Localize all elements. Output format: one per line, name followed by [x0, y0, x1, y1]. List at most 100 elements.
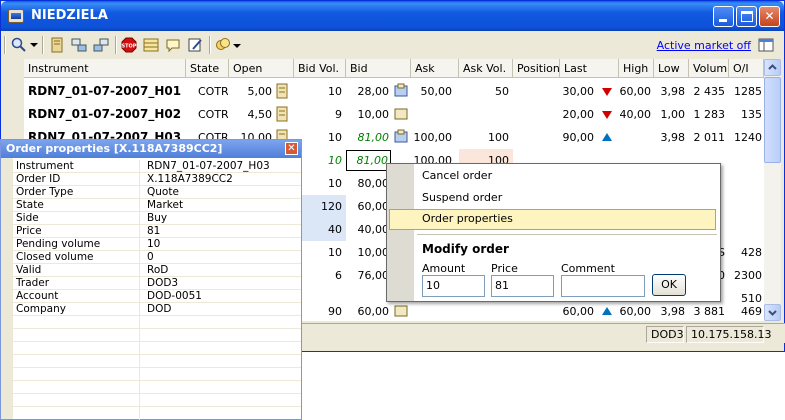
swap-left-icon[interactable]	[71, 37, 87, 53]
property-row[interactable]: Price 81	[1, 225, 301, 238]
cell-instrument: RDN7_01-07-2007_H01	[28, 84, 182, 98]
cell-bid: 80,00	[357, 177, 390, 190]
col-state[interactable]: State	[186, 59, 229, 78]
close-button[interactable]: ✕	[759, 6, 780, 27]
property-row-empty	[1, 368, 301, 381]
note-icon[interactable]	[275, 83, 289, 99]
col-ask-vol[interactable]: Ask Vol.	[459, 59, 513, 78]
property-name: Instrument	[16, 160, 140, 173]
layout-icon[interactable]	[758, 37, 774, 53]
property-row[interactable]: Instrument RDN7_01-07-2007_H03	[1, 160, 301, 173]
col-ask[interactable]: Ask	[411, 59, 459, 78]
property-name: Trader	[16, 277, 140, 290]
property-name: Order ID	[16, 173, 140, 186]
property-row[interactable]: Company DOD	[1, 303, 301, 316]
swap-right-icon[interactable]	[93, 37, 109, 53]
property-row[interactable]: State Market	[1, 199, 301, 212]
cell-bid: 28,00	[357, 85, 390, 98]
property-row[interactable]: Order ID X.118A7389CC2	[1, 173, 301, 186]
cell-volume: 3 881	[693, 305, 726, 318]
amount-label: Amount	[422, 262, 466, 275]
stop-icon[interactable]: STOP	[121, 37, 137, 53]
col-high[interactable]: High	[619, 59, 654, 78]
close-icon[interactable]: ✕	[285, 142, 298, 155]
menu-item-suspend-order[interactable]: Suspend order	[422, 188, 502, 208]
cell-high: 40,00	[619, 108, 652, 121]
property-row-empty	[1, 329, 301, 342]
menu-icon-strip	[387, 164, 414, 301]
cell-high: 60,00	[619, 85, 652, 98]
property-row[interactable]: Valid RoD	[1, 264, 301, 277]
property-row-empty	[1, 407, 301, 420]
empty-book-icon[interactable]	[394, 106, 408, 122]
col-open[interactable]: Open	[229, 59, 294, 78]
title-bar[interactable]: NIEDZIELA ✕	[1, 1, 784, 31]
comment-input[interactable]	[561, 275, 645, 297]
menu-item-order-properties[interactable]: Order properties	[422, 209, 513, 229]
price-input[interactable]: 81	[491, 275, 554, 297]
property-value: DOD3	[147, 277, 179, 289]
cell-bid: 60,00	[357, 305, 390, 318]
chevron-down-icon[interactable]	[29, 37, 39, 53]
comment-label: Comment	[561, 262, 615, 275]
vertical-scrollbar[interactable]	[764, 59, 781, 321]
property-row[interactable]: Closed volume 0	[1, 251, 301, 264]
property-name: State	[16, 199, 140, 212]
order-book-icon[interactable]	[394, 129, 408, 145]
col-low[interactable]: Low	[654, 59, 689, 78]
coins-icon[interactable]	[215, 37, 231, 53]
minimize-button[interactable]	[713, 6, 734, 27]
property-value: X.118A7389CC2	[147, 173, 233, 185]
property-row-empty	[1, 381, 301, 394]
cell-low: 3,98	[660, 131, 686, 144]
cell-ask: 100,00	[413, 131, 453, 144]
col-position[interactable]: Position	[513, 59, 560, 78]
property-value: RDN7_01-07-2007_H03	[147, 160, 270, 172]
cell-volume: 2 011	[693, 131, 726, 144]
property-row[interactable]: Trader DOD3	[1, 277, 301, 290]
active-market-link[interactable]: Active market off	[657, 39, 751, 52]
maximize-button[interactable]	[736, 6, 757, 27]
cell-oi: 2300	[734, 269, 762, 282]
menu-item-cancel-order[interactable]: Cancel order	[422, 166, 492, 186]
col-bid[interactable]: Bid	[346, 59, 411, 78]
col-oi[interactable]: O/I	[729, 59, 764, 78]
empty-book-icon[interactable]	[394, 303, 408, 319]
scroll-thumb[interactable]	[764, 77, 781, 163]
properties-title[interactable]: Order properties [X.118A7389CC2]	[1, 140, 301, 158]
scroll-up-button[interactable]	[764, 59, 781, 76]
trend-down-icon	[602, 88, 612, 96]
property-row-empty	[1, 355, 301, 368]
col-instrument[interactable]: Instrument	[24, 59, 186, 78]
book-icon[interactable]	[49, 37, 65, 53]
cell-bid: 10,00	[357, 246, 390, 259]
property-value: 81	[147, 225, 161, 237]
col-bid-vol[interactable]: Bid Vol.	[294, 59, 346, 78]
property-name: Company	[16, 303, 140, 316]
table-icon[interactable]	[143, 37, 159, 53]
property-row[interactable]: Side Buy	[1, 212, 301, 225]
property-row[interactable]: Account DOD-0051	[1, 290, 301, 303]
zoom-icon[interactable]	[11, 37, 27, 53]
chevron-down-icon[interactable]	[232, 37, 242, 53]
table-row[interactable]: RDN7_01-07-2007_H02 COTR 4,50 9 10,00 20…	[24, 103, 764, 126]
ok-button[interactable]: OK	[652, 274, 686, 296]
amount-input[interactable]: 10	[422, 275, 485, 297]
order-context-menu: Cancel order Suspend order Order propert…	[386, 163, 721, 302]
property-value: Market	[147, 199, 184, 211]
scroll-down-button[interactable]	[764, 304, 781, 321]
edit-icon[interactable]	[187, 37, 203, 53]
col-volume[interactable]: Volum	[689, 59, 729, 78]
table-row[interactable]: RDN7_01-07-2007_H01 COTR 5,00 10 28,00 5…	[24, 80, 764, 103]
status-ip: 10.175.158.13	[686, 326, 771, 343]
property-row[interactable]: Order Type Quote	[1, 186, 301, 199]
order-book-icon[interactable]	[394, 83, 408, 99]
cell-bid-selected[interactable]: 81,00	[346, 150, 391, 171]
property-row[interactable]: Pending volume 10	[1, 238, 301, 251]
note-icon[interactable]	[275, 106, 289, 122]
window-title: NIEDZIELA	[31, 8, 108, 23]
comment-icon[interactable]	[165, 37, 181, 53]
cell-ask: 50,00	[420, 85, 453, 98]
col-last[interactable]: Last	[560, 59, 619, 78]
grid-header: Instrument State Open Bid Vol. Bid Ask A…	[24, 59, 764, 78]
